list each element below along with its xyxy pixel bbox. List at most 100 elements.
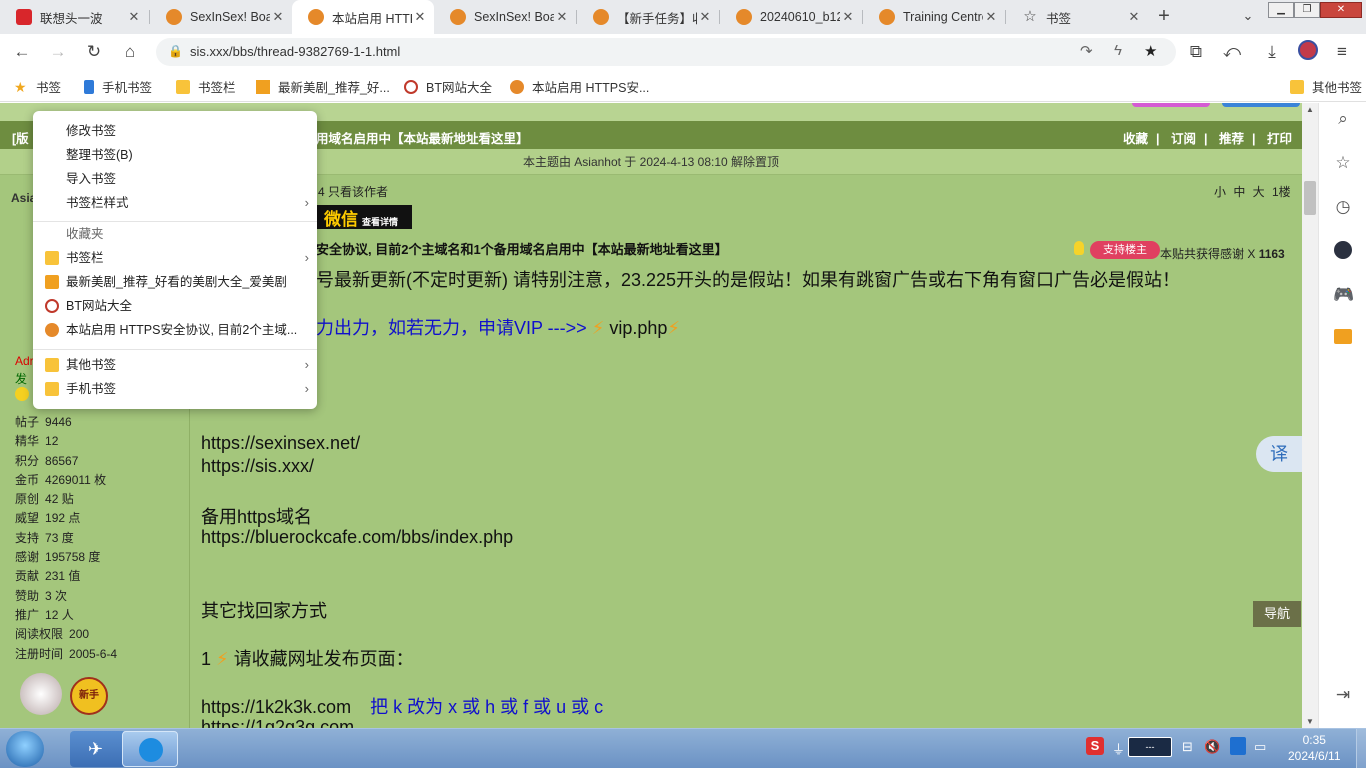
tab-sexinsex-1[interactable]: SexInSex! Boar ✕ [150,0,292,34]
only-author-link[interactable]: 4 只看该作者 [318,183,388,200]
bookmark-meiju[interactable]: 最新美剧_推荐_好... [256,77,390,96]
favorites-star-icon[interactable]: ☆ [1333,153,1353,173]
close-icon[interactable]: ✕ [270,9,286,25]
bookmark-https[interactable]: 本站启用 HTTPS安... [510,77,649,96]
tab-newbie-task[interactable]: 【新手任务】收 ✕ [577,0,719,34]
folder-icon [45,251,59,265]
menu-organize-bookmarks[interactable]: 整理书签(B) [33,144,317,166]
history-back-icon[interactable]: ⤺ [1220,40,1244,64]
bookmark-mobile[interactable]: 手机书签 [84,77,152,96]
close-icon[interactable]: ✕ [697,9,713,25]
tab-lianxiang[interactable]: 联想头一波 ✕ [0,0,148,34]
menu-bookmark-bar-style[interactable]: 书签栏样式 › [33,192,317,214]
thanks-count: 本贴共获得感谢 X 1163 [1160,247,1285,261]
menu-mobile-bookmarks[interactable]: 手机书签 › [33,378,317,400]
power-plug-icon[interactable]: ⏚ [1112,739,1125,758]
address-bar[interactable]: 🔒 sis.xxx/bbs/thread-9382769-1-1.html ↷ … [156,38,1176,66]
ai-avatar-icon[interactable] [1333,241,1353,261]
wechat-badge[interactable]: 微信 查看详情 [316,205,412,229]
tab-20240610[interactable]: 20240610_b12 ✕ [720,0,862,34]
nav-button[interactable]: 导航 [1253,601,1301,627]
gamepad-icon[interactable]: 🎮 [1333,285,1354,305]
menu-item-meiju[interactable]: 最新美剧_推荐_好看的美剧大全_爱美剧 [33,271,317,293]
usb-icon[interactable]: ⊟ [1182,739,1193,755]
search-icon[interactable]: ⌕ [1333,109,1353,129]
bird-icon: ✈ [88,739,104,759]
bookmark-star-icon[interactable]: ★ [1144,42,1157,60]
bookmark-other[interactable]: 其他书签 [1290,77,1362,96]
menu-other-bookmarks[interactable]: 其他书签 › [33,354,317,376]
bookmark-bookmarks[interactable]: ★ 书签 [14,77,61,96]
folder-icon [176,79,190,94]
folder-icon [45,358,59,372]
restore-button[interactable]: ❐ [1294,2,1320,18]
start-button[interactable] [6,731,44,767]
menu-import-bookmarks[interactable]: 导入书签 [33,168,317,190]
scroll-thumb[interactable] [1304,181,1316,215]
close-icon[interactable]: ✕ [412,9,428,25]
toolbox-icon[interactable] [1333,329,1353,349]
translate-button[interactable]: 译 [1256,436,1302,472]
tab-sexinsex-2[interactable]: SexInSex! Boar ✕ [434,0,576,34]
taskbar-clock[interactable]: 0:35 2024/6/11 [1288,732,1341,764]
forward-arrow-icon[interactable]: → [46,40,70,64]
profile-avatar-icon[interactable] [1296,40,1320,64]
extensions-icon[interactable]: ⧉ [1184,40,1208,64]
page-scrollbar[interactable]: ▲ ▼ [1302,103,1318,728]
support-badge[interactable]: 支持楼主 [1090,241,1160,259]
close-icon[interactable]: ✕ [554,9,570,25]
taskbar-app-browser[interactable] [122,731,178,767]
history-clock-icon[interactable]: ◷ [1333,197,1353,217]
taskbar-app-bird[interactable]: ✈ [70,731,126,767]
scroll-up-icon[interactable]: ▲ [1306,105,1314,114]
close-icon[interactable]: ✕ [840,9,856,25]
close-window-button[interactable]: ✕ [1320,2,1362,18]
stat-row: 阅读权限 200 [15,627,90,642]
volume-muted-icon[interactable]: 🔇 [1204,739,1220,755]
new-tab-icon[interactable]: + [1152,4,1176,28]
font-size-controls[interactable]: 小 中 大 [1214,183,1265,200]
show-desktop-button[interactable] [1356,729,1366,768]
backup-url[interactable]: https://bluerockcafe.com/bbs/index.php [201,527,513,548]
close-icon[interactable]: ✕ [126,9,142,25]
minimize-button[interactable]: ▁ [1268,2,1294,18]
ime-box-icon[interactable]: --- [1128,737,1172,757]
lightning-icon[interactable]: ϟ [1114,42,1122,59]
download-icon[interactable]: ⤓ [1260,40,1284,64]
publish-url[interactable]: https://1k2k3k.com [201,697,351,717]
sogou-ime-icon[interactable]: S [1086,737,1104,755]
collapse-panel-icon[interactable]: ⇥ [1333,685,1353,705]
tab-training-centre[interactable]: Training Centre ✕ [863,0,1005,34]
bookmark-folder-bar[interactable]: 书签栏 [176,77,236,96]
menu-edit-bookmark[interactable]: 修改书签 [33,120,317,142]
lenovo-icon[interactable] [1230,737,1246,755]
tab-title: 20240610_b12 [760,10,840,24]
favorite-link[interactable]: 收藏 [1123,132,1148,146]
author-role: Adr [15,354,34,368]
print-link[interactable]: 打印 [1267,132,1292,146]
tab-list-chevron-icon[interactable]: ⌄ [1236,4,1260,28]
recommend-link[interactable]: 推荐 [1219,132,1244,146]
share-icon[interactable]: ↷ [1080,42,1093,60]
subscribe-link[interactable]: 订阅 [1171,132,1196,146]
close-icon[interactable]: ✕ [1126,9,1142,25]
publish-url-2[interactable]: https://1g2g3g.com [201,717,354,728]
menu-item-bt[interactable]: BT网站大全 [33,295,317,317]
folder-icon [1290,79,1304,94]
url-sexinsex[interactable]: https://sexinsex.net/ [201,433,360,454]
network-icon[interactable]: ▭ [1254,739,1266,755]
menu-icon[interactable]: ≡ [1330,40,1354,64]
bookmark-bt[interactable]: BT网站大全 [404,77,492,96]
scroll-down-icon[interactable]: ▼ [1306,717,1314,726]
menu-item-https[interactable]: 本站启用 HTTPS安全协议, 目前2个主域... [33,319,317,341]
url-sis[interactable]: https://sis.xxx/ [201,456,314,477]
reload-icon[interactable]: ↻ [82,40,106,64]
tab-https-active[interactable]: 本站启用 HTTPS ✕ [292,0,434,34]
home-icon[interactable]: ⌂ [118,40,142,64]
back-arrow-icon[interactable]: ← [10,40,34,64]
bt-logo-icon [404,79,418,94]
menu-folder-bookmarks-bar[interactable]: 书签栏 › [33,247,317,269]
close-icon[interactable]: ✕ [983,9,999,25]
vip-link[interactable]: vip.php [609,318,667,338]
tab-bookmarks[interactable]: ☆ 书签 ✕ [1006,0,1148,34]
